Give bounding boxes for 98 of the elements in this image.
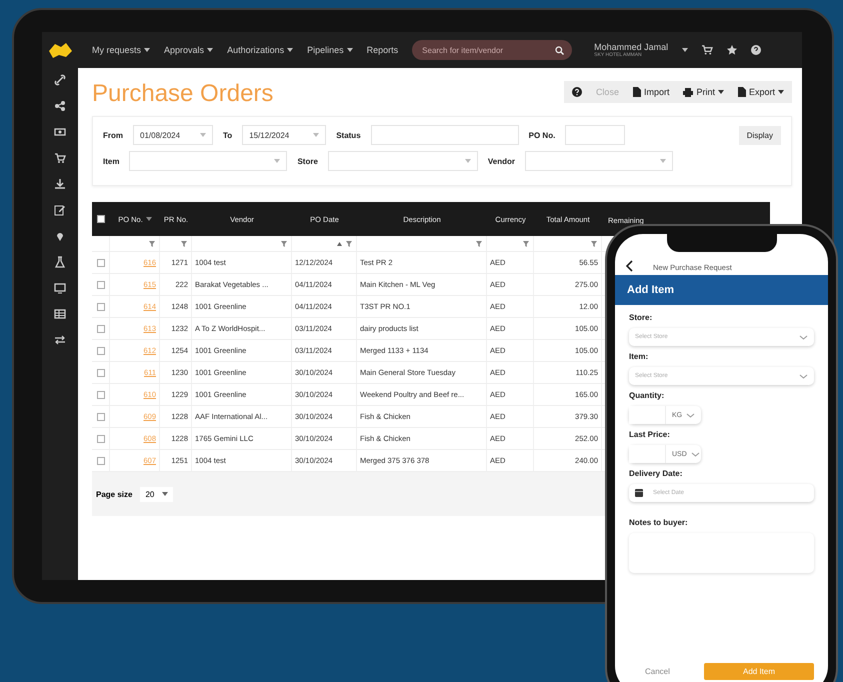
caret-icon: [144, 48, 150, 52]
section-header: Add Item: [615, 275, 828, 305]
document-icon: [632, 87, 641, 97]
field-label: Store:: [629, 313, 654, 322]
document-icon: [738, 87, 746, 97]
filter-icon[interactable]: [149, 240, 155, 246]
field-value: 01/08/2024: [140, 130, 180, 140]
field-value: 15/12/2024: [249, 130, 290, 140]
date-field[interactable]: 01/08/2024: [133, 125, 213, 145]
nav-menu[interactable]: Pipelines: [307, 45, 353, 55]
toolbar-button[interactable]: Print: [683, 87, 724, 97]
caret-icon: [660, 159, 666, 163]
row-checkbox[interactable]: [96, 368, 104, 376]
caret-icon: [274, 159, 280, 163]
table-icon[interactable]: [54, 308, 66, 320]
item-field[interactable]: [129, 151, 288, 171]
field-label: Quantity:: [629, 391, 666, 400]
row-checkbox[interactable]: [96, 390, 104, 398]
filter-icon[interactable]: [281, 240, 287, 246]
back-icon[interactable]: [625, 260, 633, 272]
flask-icon[interactable]: [54, 256, 66, 268]
field-label: Status: [336, 130, 361, 140]
date-field[interactable]: 15/12/2024: [242, 125, 326, 145]
printer-icon: [683, 88, 694, 96]
star-icon[interactable]: [727, 45, 738, 55]
edit-icon[interactable]: [54, 204, 66, 216]
caret-icon: [778, 90, 784, 94]
field-label: Item:: [629, 352, 650, 361]
page-size-label: Page size: [96, 490, 132, 498]
page-size-select[interactable]: 20: [140, 486, 174, 502]
share-icon[interactable]: [54, 100, 66, 112]
toolbar-button[interactable]: Export: [738, 87, 784, 97]
money-icon[interactable]: [54, 126, 66, 138]
calendar-icon: [635, 489, 643, 497]
cart-icon[interactable]: [702, 45, 714, 55]
user-name[interactable]: Mohammed Jamal: [594, 42, 668, 52]
download-icon[interactable]: [54, 178, 66, 190]
field-label: Last Price:: [629, 430, 671, 439]
row-checkbox[interactable]: [96, 324, 104, 332]
search-field[interactable]: Search for item/vendor: [412, 40, 572, 60]
search-input[interactable]: Search for item/vendor: [420, 44, 544, 56]
store-field[interactable]: [328, 151, 478, 171]
field-label: Vendor: [488, 156, 516, 166]
toolbar-button[interactable]: Import: [632, 87, 670, 97]
nav-menu[interactable]: Approvals: [164, 45, 214, 55]
vendor-field[interactable]: [525, 151, 674, 171]
row-checkbox[interactable]: [96, 434, 104, 442]
caret-icon: [718, 90, 724, 94]
field-label: Item: [103, 156, 120, 166]
field-label: Notes to buyer:: [629, 518, 689, 527]
field-label: Delivery Date:: [629, 469, 684, 478]
link-icon[interactable]: [54, 74, 66, 86]
chevron-down-icon: [799, 334, 808, 340]
filter-icon[interactable]: [476, 240, 482, 246]
row-checkbox[interactable]: [96, 302, 104, 310]
status-field[interactable]: [370, 125, 519, 145]
filter-icon[interactable]: [523, 240, 529, 246]
chevron-down-icon: [690, 452, 700, 456]
field-label: From: [103, 130, 123, 140]
row-checkbox[interactable]: [96, 346, 104, 354]
row-checkbox[interactable]: [96, 456, 104, 464]
row-checkbox[interactable]: [96, 258, 104, 266]
caret-icon: [464, 159, 471, 163]
row-checkbox[interactable]: [96, 412, 104, 420]
logo-icon: [47, 41, 73, 59]
caret-icon: [313, 133, 320, 137]
swap-icon[interactable]: [54, 334, 66, 346]
sort-up-icon[interactable]: [337, 242, 342, 246]
help-icon[interactable]: [572, 87, 582, 97]
row-checkbox[interactable]: [96, 280, 104, 288]
caret-icon: [200, 133, 206, 137]
caret-icon: [146, 217, 152, 221]
nav-menu[interactable]: Authorizations: [227, 45, 294, 55]
search-icon: [555, 46, 564, 54]
filter-icon[interactable]: [346, 240, 352, 246]
pin-icon[interactable]: [54, 230, 66, 242]
nav-link[interactable]: Reports: [366, 45, 398, 55]
help-icon[interactable]: [751, 45, 762, 55]
select-all-checkbox[interactable]: [97, 215, 105, 223]
filter-icon[interactable]: [591, 240, 597, 246]
display-button[interactable]: Display: [738, 126, 781, 144]
caret-icon: [346, 48, 353, 52]
monitor-icon[interactable]: [54, 282, 66, 294]
field-label: PO No.: [528, 130, 556, 140]
chevron-down-icon: [686, 412, 696, 418]
caret-icon: [287, 48, 294, 52]
cancel-button[interactable]: Cancel: [639, 666, 676, 677]
caret-icon: [207, 48, 214, 52]
caret-icon: [162, 492, 168, 496]
field-label: Store: [297, 156, 318, 166]
nav-menu[interactable]: My requests: [92, 45, 150, 55]
chevron-down-icon: [799, 374, 808, 378]
po-number-field[interactable]: [565, 125, 626, 145]
caret-icon: [682, 48, 688, 52]
page-title: Purchase Orders: [92, 80, 274, 108]
cart-icon[interactable]: [54, 152, 66, 164]
field-label: To: [223, 130, 232, 140]
filter-icon[interactable]: [181, 240, 187, 246]
